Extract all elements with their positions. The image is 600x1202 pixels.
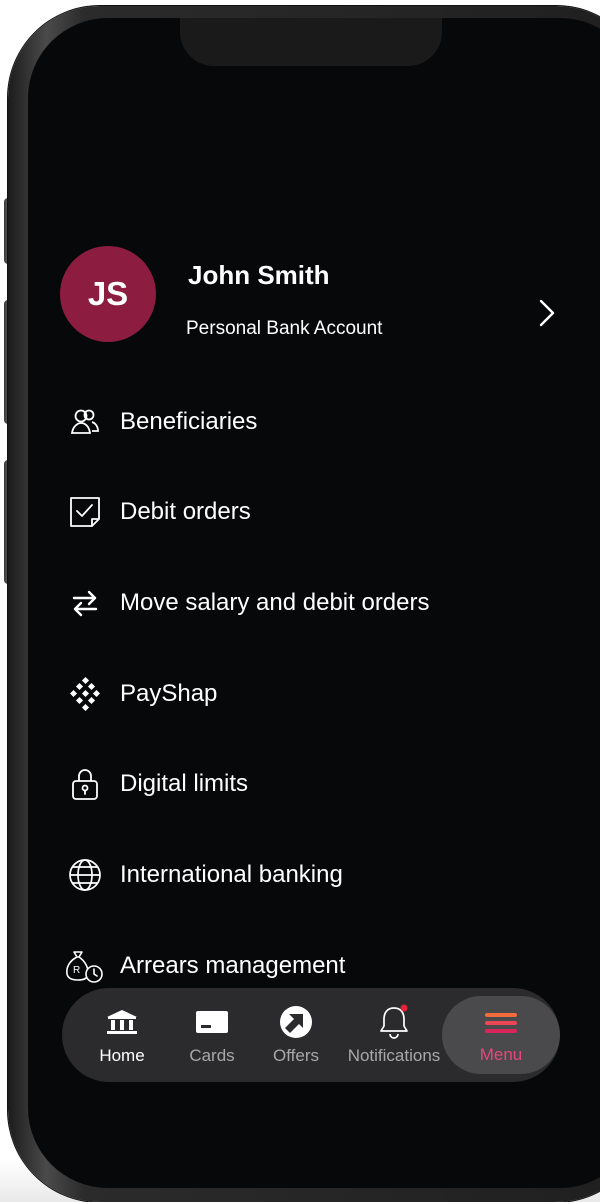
phone-frame: JS John Smith Personal Bank Account Bene… — [8, 6, 600, 1202]
money-bag-clock-icon: R — [64, 945, 106, 987]
menu-label: International banking — [120, 861, 343, 888]
nav-cards[interactable]: Cards — [180, 988, 244, 1082]
payshap-diamond-icon — [64, 673, 106, 715]
menu-label: Arrears management — [120, 952, 346, 979]
nav-label: Home — [99, 1046, 145, 1065]
menu-item-international-banking[interactable]: International banking — [64, 847, 584, 903]
offers-tag-icon — [279, 1004, 313, 1040]
menu-label: Debit orders — [120, 498, 251, 525]
nav-notifications[interactable]: Notifications — [344, 988, 444, 1082]
nav-label: Offers — [273, 1046, 319, 1065]
checkbox-icon — [64, 491, 106, 533]
profile-name: John Smith — [188, 260, 330, 290]
bank-building-icon — [106, 1004, 138, 1040]
people-icon — [64, 401, 106, 443]
chevron-right-icon[interactable] — [536, 298, 558, 328]
menu-label: PayShap — [120, 680, 218, 707]
avatar: JS — [60, 246, 156, 342]
menu-item-payshap[interactable]: PayShap — [64, 666, 584, 722]
nav-label: Cards — [189, 1046, 235, 1065]
svg-text:R: R — [73, 965, 80, 976]
bottom-navigation-bar: Home Cards Offers Notifications Menu — [62, 988, 560, 1082]
globe-icon — [64, 854, 106, 896]
menu-label: Move salary and debit orders — [120, 589, 430, 616]
menu-item-digital-limits[interactable]: Digital limits — [64, 756, 584, 812]
menu-item-arrears-management[interactable]: R Arrears management — [64, 938, 584, 994]
menu-label: Beneficiaries — [120, 408, 258, 435]
hamburger-menu-icon — [484, 1005, 518, 1041]
phone-screen: JS John Smith Personal Bank Account Bene… — [28, 18, 600, 1188]
swap-arrows-icon — [64, 582, 106, 624]
device-stage: JS John Smith Personal Bank Account Bene… — [0, 0, 600, 1202]
menu-item-move-salary[interactable]: Move salary and debit orders — [64, 575, 584, 631]
menu-item-debit-orders[interactable]: Debit orders — [64, 484, 584, 540]
card-icon — [195, 1004, 229, 1040]
nav-offers[interactable]: Offers — [264, 988, 328, 1082]
nav-menu[interactable]: Menu — [442, 996, 560, 1074]
phone-notch — [180, 18, 442, 66]
lock-icon — [64, 763, 106, 805]
nav-home[interactable]: Home — [92, 988, 152, 1082]
bell-icon — [377, 1004, 411, 1040]
profile-header[interactable]: JS John Smith Personal Bank Account — [60, 246, 580, 346]
menu-item-beneficiaries[interactable]: Beneficiaries — [64, 394, 584, 450]
account-type: Personal Bank Account — [186, 318, 383, 339]
nav-label: Menu — [479, 1045, 523, 1064]
menu-label: Digital limits — [120, 770, 249, 797]
nav-label: Notifications — [347, 1046, 441, 1065]
